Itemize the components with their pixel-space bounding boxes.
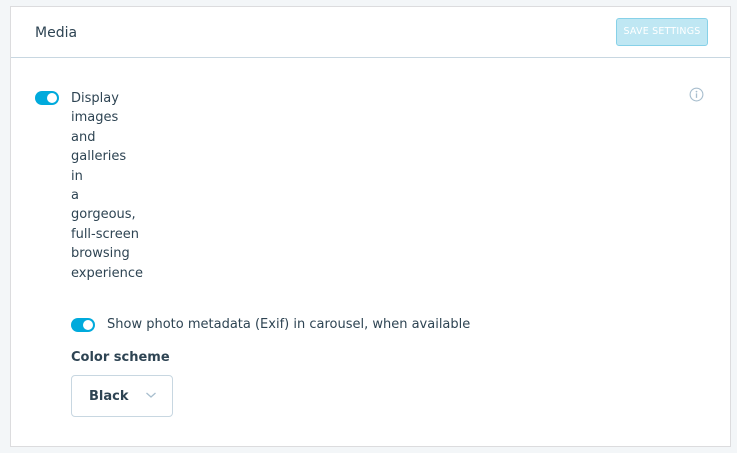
color-scheme-value: Black (89, 389, 129, 404)
toggle-knob (47, 93, 57, 103)
chevron-down-icon (146, 392, 156, 398)
carousel-toggle[interactable] (35, 91, 59, 105)
carousel-toggle-label: Display images and galleries in a gorgeo… (71, 91, 144, 281)
exif-toggle[interactable] (71, 318, 95, 332)
card-title: Media (35, 25, 78, 41)
save-settings-button[interactable]: SAVE SETTINGS (616, 18, 708, 46)
toggle-knob (83, 320, 93, 330)
media-settings-card: Media SAVE SETTINGS Display images and g… (10, 6, 731, 447)
exif-toggle-label: Show photo metadata (Exif) in carousel, … (107, 317, 471, 332)
card-header: Media SAVE SETTINGS (11, 7, 730, 58)
color-scheme-select[interactable]: Black (71, 375, 173, 417)
color-scheme-label: Color scheme (71, 350, 170, 365)
info-icon[interactable] (689, 87, 704, 102)
